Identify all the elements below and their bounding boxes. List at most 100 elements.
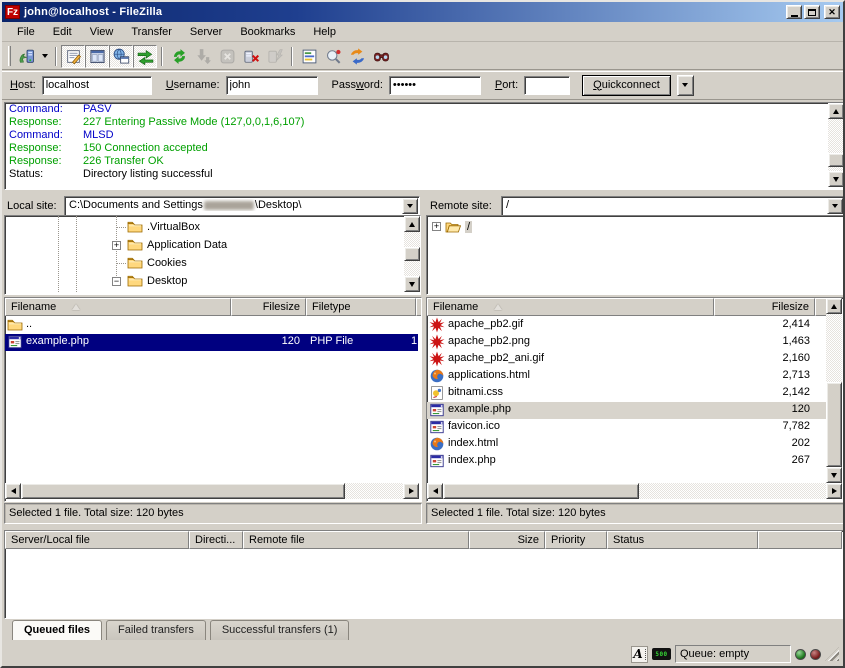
column-header-filename[interactable]: Filename — [427, 298, 714, 316]
tree-item-application-data[interactable]: Application Data — [127, 236, 227, 254]
toggle-local-tree-button[interactable] — [85, 45, 109, 68]
directory-comparison-button[interactable] — [321, 45, 345, 68]
local-site-combo[interactable]: C:\Documents and Settings\Desktop\ — [64, 196, 420, 216]
close-button[interactable]: ✕ — [824, 5, 840, 19]
remote-site-combo[interactable]: / — [501, 196, 845, 216]
maximize-button[interactable] — [804, 5, 820, 19]
password-input[interactable] — [389, 76, 481, 95]
toggle-remote-tree-button[interactable] — [109, 45, 133, 68]
speed-limits-icon[interactable]: 500 — [652, 648, 671, 660]
tab-successful-transfers[interactable]: Successful transfers (1) — [210, 620, 350, 640]
file-row-selected[interactable]: example.php 120 PHP File 1 — [5, 334, 418, 351]
username-input[interactable] — [226, 76, 318, 95]
port-input[interactable] — [524, 76, 570, 95]
toggle-transfer-queue-button[interactable] — [133, 45, 157, 68]
queue-header-server-local-file[interactable]: Server/Local file — [5, 531, 189, 549]
tab-failed-transfers[interactable]: Failed transfers — [106, 620, 206, 640]
scroll-up-button[interactable] — [826, 298, 842, 314]
scroll-thumb[interactable] — [826, 382, 842, 467]
synchronized-browsing-button[interactable] — [345, 45, 369, 68]
scroll-thumb[interactable] — [828, 153, 844, 167]
menu-file[interactable]: File — [8, 23, 44, 41]
queue-header-size[interactable]: Size — [469, 531, 545, 549]
scroll-thumb[interactable] — [404, 247, 420, 261]
process-queue-button[interactable] — [191, 45, 215, 68]
tree-item-desktop[interactable]: Desktop — [127, 272, 187, 290]
file-row[interactable]: bitnami.css2,142 — [427, 385, 826, 402]
expand-icon[interactable] — [432, 222, 441, 231]
scroll-right-button[interactable] — [403, 483, 419, 499]
queue-header-status[interactable]: Status — [607, 531, 758, 549]
file-row[interactable]: apache_pb2.gif2,414 — [427, 317, 826, 334]
tree-item-root[interactable]: / — [445, 218, 472, 236]
cancel-operation-button[interactable] — [215, 45, 239, 68]
directory-filters-button[interactable] — [297, 45, 321, 68]
resize-grip[interactable] — [825, 647, 839, 661]
host-input[interactable] — [42, 76, 152, 95]
log-line: Response:227 Entering Passive Mode (127,… — [5, 116, 844, 129]
reconnect-button[interactable] — [263, 45, 287, 68]
menu-transfer[interactable]: Transfer — [122, 23, 181, 41]
window-title: john@localhost - FileZilla — [24, 6, 162, 18]
minimize-icon — [791, 15, 798, 17]
transfer-queue-icon — [137, 48, 154, 65]
site-manager-button[interactable] — [14, 45, 38, 68]
title-bar[interactable]: Fz john@localhost - FileZilla ✕ — [2, 2, 843, 22]
menu-bookmarks[interactable]: Bookmarks — [231, 23, 304, 41]
scroll-thumb[interactable] — [443, 483, 639, 499]
remote-site-dropdown-button[interactable] — [827, 198, 843, 214]
username-label: Username: — [166, 79, 220, 91]
local-site-dropdown-button[interactable] — [402, 198, 418, 214]
file-row-selected[interactable]: example.php120 — [427, 402, 826, 419]
refresh-button[interactable] — [167, 45, 191, 68]
menu-edit[interactable]: Edit — [44, 23, 81, 41]
disconnect-button[interactable] — [239, 45, 263, 68]
firefox-html-icon — [429, 436, 445, 452]
tab-queued-files[interactable]: Queued files — [12, 620, 102, 640]
column-header-filesize[interactable]: Filesize — [714, 298, 815, 316]
toolbar-separator — [161, 47, 163, 66]
collapse-icon[interactable] — [112, 277, 121, 286]
quickconnect-dropdown-button[interactable] — [677, 75, 694, 96]
file-row[interactable]: apache_pb2.png1,463 — [427, 334, 826, 351]
sync-browsing-icon — [349, 48, 366, 65]
scroll-left-button[interactable] — [427, 483, 443, 499]
queue-header-direction[interactable]: Directi... — [189, 531, 243, 549]
file-row-parent[interactable]: .. — [5, 317, 418, 334]
toolbar-grip[interactable] — [8, 46, 11, 66]
scroll-down-button[interactable] — [404, 276, 420, 292]
password-label: Password: — [332, 79, 383, 91]
find-files-button[interactable] — [369, 45, 393, 68]
file-row[interactable]: applications.html2,713 — [427, 368, 826, 385]
tree-item-virtualbox[interactable]: .VirtualBox — [127, 218, 200, 236]
queue-header-remote-file[interactable]: Remote file — [243, 531, 469, 549]
file-row[interactable]: index.php267 — [427, 453, 826, 470]
toggle-message-log-button[interactable] — [61, 45, 85, 68]
log-line: Response:150 Connection accepted — [5, 142, 844, 155]
chevron-down-icon — [682, 83, 688, 87]
site-manager-dropdown-button[interactable] — [38, 46, 51, 67]
scroll-up-button[interactable] — [828, 103, 844, 119]
menu-view[interactable]: View — [81, 23, 123, 41]
file-row[interactable]: index.html202 — [427, 436, 826, 453]
scroll-down-button[interactable] — [826, 467, 842, 483]
column-header-filename[interactable]: Filename — [5, 298, 231, 316]
queue-header-priority[interactable]: Priority — [545, 531, 607, 549]
expand-icon[interactable] — [112, 241, 121, 250]
scroll-left-button[interactable] — [5, 483, 21, 499]
ico-file-icon — [429, 419, 445, 435]
quickconnect-button[interactable]: Quickconnect — [582, 75, 671, 96]
menu-server[interactable]: Server — [181, 23, 231, 41]
file-row[interactable]: apache_pb2_ani.gif2,160 — [427, 351, 826, 368]
scroll-right-button[interactable] — [826, 483, 842, 499]
scroll-thumb[interactable] — [21, 483, 345, 499]
column-header-filesize[interactable]: Filesize — [231, 298, 306, 316]
tree-item-cookies[interactable]: Cookies — [127, 254, 187, 272]
scroll-down-button[interactable] — [828, 171, 844, 187]
scroll-up-button[interactable] — [404, 216, 420, 232]
column-header-filetype[interactable]: Filetype — [306, 298, 416, 316]
minimize-button[interactable] — [786, 5, 802, 19]
file-row[interactable]: favicon.ico7,782 — [427, 419, 826, 436]
pane-splitter[interactable] — [421, 195, 426, 524]
menu-help[interactable]: Help — [304, 23, 345, 41]
